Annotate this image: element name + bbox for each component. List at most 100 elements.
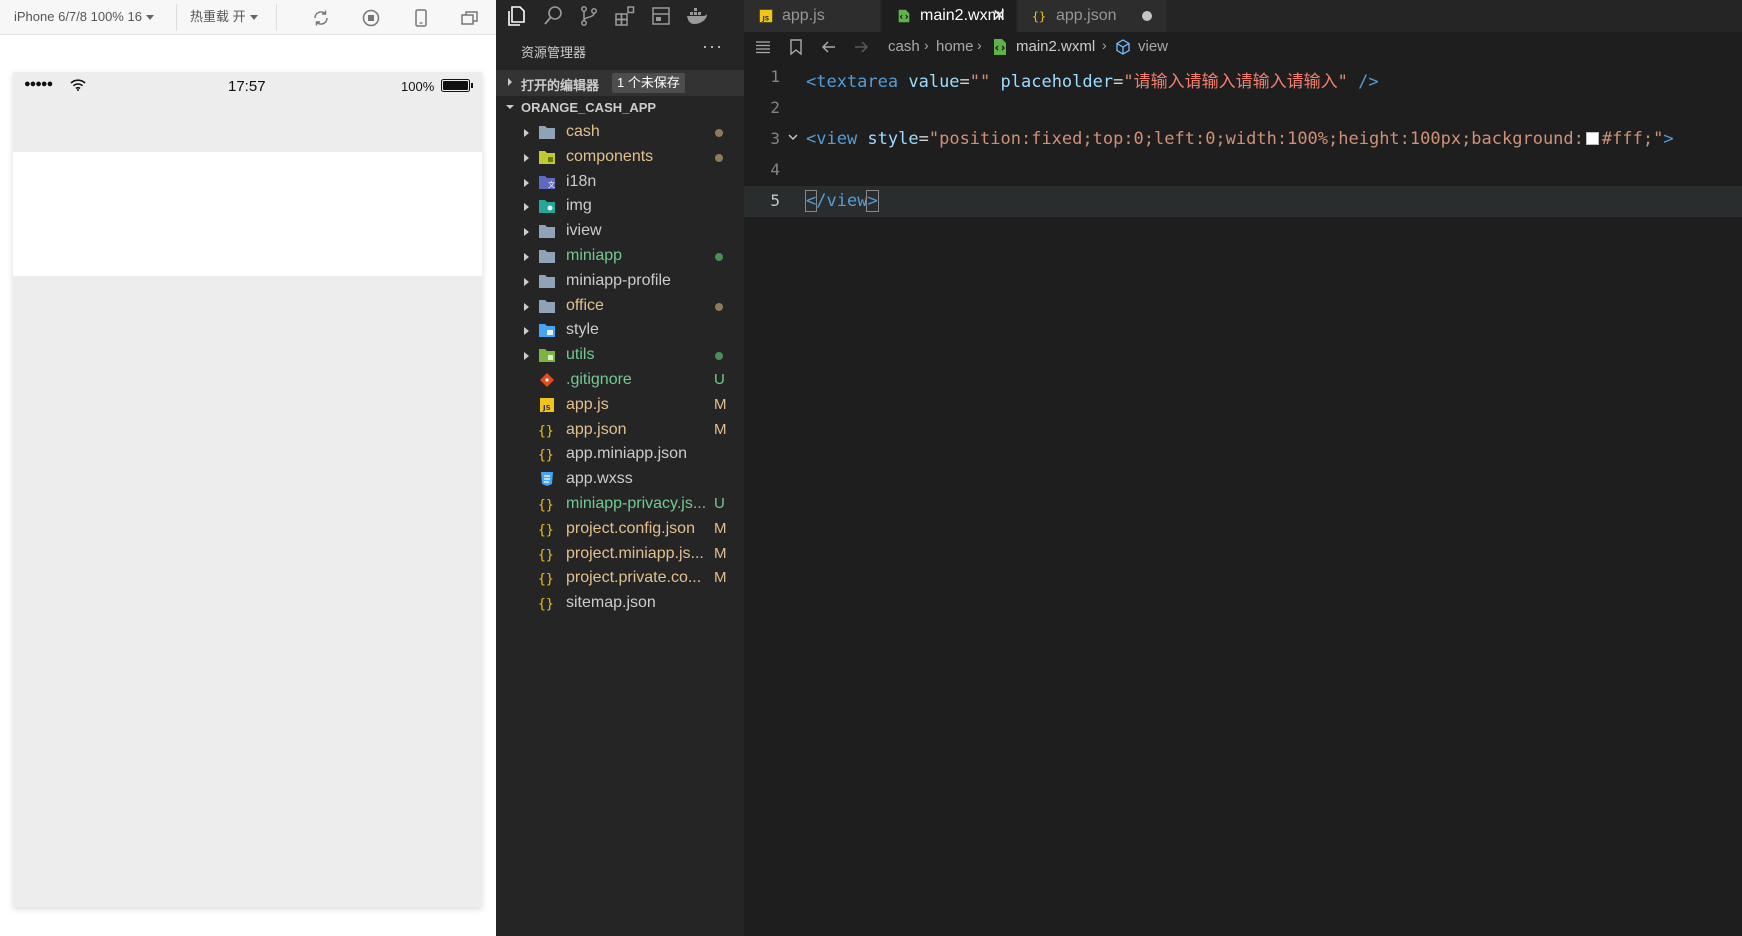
file-row[interactable]: .gitignore U [496, 367, 744, 394]
git-status-badge: M [714, 569, 727, 587]
code-token: "position:fixed;top:0;left:0;width:100%;… [928, 129, 1584, 149]
code-text: </view> [804, 190, 879, 212]
folder-row[interactable]: miniapp [496, 243, 744, 270]
svg-text:{}: {} [538, 498, 554, 512]
chevron-down-icon [249, 15, 258, 21]
folder-row[interactable]: iview [496, 218, 744, 245]
chevron-down-icon [145, 15, 154, 21]
docker-icon[interactable] [685, 4, 709, 28]
json-file-icon: {} [538, 424, 554, 438]
tree-item-label: style [566, 321, 599, 339]
more-actions-button[interactable]: ··· [702, 36, 723, 57]
tree-item-label: sitemap.json [566, 594, 656, 612]
file-row[interactable]: {} app.json M [496, 417, 744, 444]
project-label: ORANGE_CASH_APP [521, 100, 657, 115]
code-token: /> [1347, 72, 1379, 92]
editor-area: JS app.js main2.wxml ✕{} app.json cash › hom… [744, 0, 1742, 936]
chevron-right-icon [524, 153, 529, 162]
folder-row[interactable]: utils [496, 342, 744, 369]
code-token: = [1113, 72, 1124, 92]
code-editor[interactable]: 1 <textarea value="" placeholder="请输入请输入请… [744, 62, 1742, 936]
code-line[interactable]: 3 <view style="position:fixed;top:0;left:… [744, 124, 1742, 155]
file-row[interactable]: app.wxss [496, 466, 744, 493]
signal-dots: ●●●●● [24, 78, 53, 90]
bookmark-icon[interactable] [787, 38, 805, 56]
breadcrumb-item-view[interactable]: view [1138, 38, 1168, 55]
wxml-file-icon [898, 9, 910, 23]
folder-row[interactable]: office [496, 293, 744, 320]
unsaved-dot-icon[interactable] [1142, 11, 1152, 21]
folder-row[interactable]: miniapp-profile [496, 268, 744, 295]
chevron-right-icon [524, 352, 529, 361]
close-icon[interactable]: ✕ [992, 6, 1006, 26]
git-icon [540, 373, 554, 387]
file-row[interactable]: {} app.miniapp.json [496, 441, 744, 468]
breadcrumb-item-home[interactable]: home [936, 38, 974, 55]
ide-window: 资源管理器 ··· 打开的编辑器 1 个未保存 ORANGE_CASH_APP … [496, 0, 1742, 936]
json-file-icon: {} [1032, 9, 1046, 23]
tree-item-label: img [566, 197, 592, 215]
folder-icon [539, 299, 555, 313]
chevron-right-icon [508, 78, 512, 86]
breadcrumb-item-file[interactable]: main2.wxml [1016, 38, 1095, 55]
detach-window-icon[interactable] [459, 7, 481, 29]
fixed-white-view [13, 152, 482, 276]
folder-row[interactable]: cash [496, 119, 744, 146]
phone-screen: ●●●●● 17:57 100% [13, 72, 482, 907]
tree-item-label: components [566, 147, 654, 165]
json-file-icon: {} [538, 548, 554, 562]
file-row[interactable]: {} sitemap.json [496, 590, 744, 617]
project-section[interactable]: ORANGE_CASH_APP [496, 95, 744, 121]
editor-tab[interactable]: main2.wxml ✕ [882, 0, 1016, 32]
color-swatch-icon[interactable] [1585, 132, 1599, 145]
fold-chevron-icon[interactable] [786, 130, 800, 144]
editor-tab[interactable]: {} app.json [1018, 0, 1166, 32]
file-row[interactable]: {} project.private.co... M [496, 565, 744, 592]
outline-list-icon[interactable] [754, 38, 772, 56]
file-row[interactable]: JS app.js M [496, 392, 744, 419]
hot-reload-toggle[interactable]: 热重载 开 [190, 0, 258, 35]
tree-item-label: iview [566, 222, 602, 240]
line-number: 4 [770, 160, 780, 179]
extensions-icon[interactable] [613, 4, 637, 28]
open-editors-label: 打开的编辑器 [521, 78, 600, 93]
tree-item-label: cash [566, 123, 600, 140]
record-icon[interactable] [360, 7, 382, 29]
explorer-files-icon[interactable] [504, 4, 528, 28]
back-arrow-icon[interactable] [820, 38, 838, 56]
tree-item-label: project.config.json [566, 519, 695, 537]
layout-panel-icon[interactable] [649, 4, 673, 28]
js-file-icon: JS [759, 9, 773, 22]
git-status-badge: M [714, 519, 727, 537]
tree-item-label: app.miniapp.json [566, 445, 687, 463]
explorer-header: 资源管理器 ··· [496, 32, 744, 68]
code-line[interactable]: 4 [744, 155, 1742, 186]
device-selector[interactable]: iPhone 6/7/8 100% 16 [14, 0, 154, 35]
modified-dot-icon [715, 253, 723, 261]
chevron-right-icon [524, 129, 529, 137]
phone-preview-icon[interactable] [410, 7, 432, 29]
json-file-icon: {} [538, 448, 554, 462]
refresh-icon[interactable] [310, 7, 332, 29]
open-editors-section[interactable]: 打开的编辑器 1 个未保存 [496, 70, 744, 96]
source-control-icon[interactable] [577, 4, 601, 28]
tree-item-label: miniapp [566, 247, 623, 264]
file-row[interactable]: {} project.miniapp.js... M [496, 541, 744, 568]
folder-row[interactable]: components [496, 144, 744, 171]
code-line[interactable]: 1 <textarea value="" placeholder="请输入请输入请… [744, 62, 1742, 93]
svg-text:{}: {} [538, 523, 554, 537]
wxml-file-icon [994, 39, 1006, 55]
file-row[interactable]: {} miniapp-privacy.js... U [496, 491, 744, 518]
breadcrumb-item-cash[interactable]: cash [888, 38, 920, 55]
folder-row[interactable]: img [496, 193, 744, 220]
unsaved-badge: 1 个未保存 [612, 73, 685, 93]
forward-arrow-icon[interactable] [852, 38, 870, 56]
folder-row[interactable]: 文 i18n [496, 169, 744, 196]
code-line[interactable]: 5 </view> [744, 186, 1742, 217]
folder-row[interactable]: style [496, 317, 744, 344]
file-row[interactable]: {} project.config.json M [496, 516, 744, 543]
chevron-down-icon [506, 105, 514, 109]
code-line[interactable]: 2 [744, 93, 1742, 124]
search-icon[interactable] [541, 4, 565, 28]
editor-tab[interactable]: JS app.js [744, 0, 880, 32]
